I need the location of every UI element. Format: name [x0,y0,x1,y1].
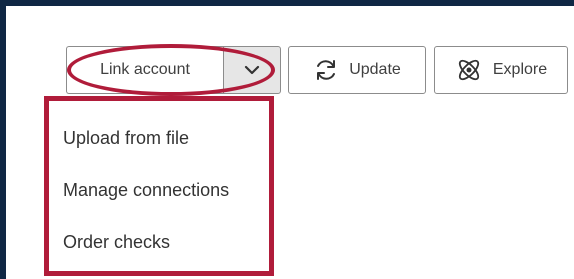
update-button[interactable]: Update [288,46,426,94]
menu-item-upload-from-file[interactable]: Upload from file [63,128,189,149]
link-account-dropdown-menu: Upload from file Manage connections Orde… [44,96,274,276]
explore-label: Explore [492,61,548,78]
atom-icon [455,56,483,84]
link-account-dropdown-toggle[interactable] [223,46,281,94]
link-account-label: Link account [100,61,190,78]
refresh-icon [313,57,339,83]
link-account-split-button[interactable]: Link account [66,46,281,94]
link-account-button[interactable]: Link account [66,46,223,94]
chevron-down-icon [244,65,260,75]
menu-item-order-checks[interactable]: Order checks [63,232,170,253]
explore-button[interactable]: Explore [434,46,568,94]
menu-item-manage-connections[interactable]: Manage connections [63,180,229,201]
update-label: Update [349,61,401,78]
